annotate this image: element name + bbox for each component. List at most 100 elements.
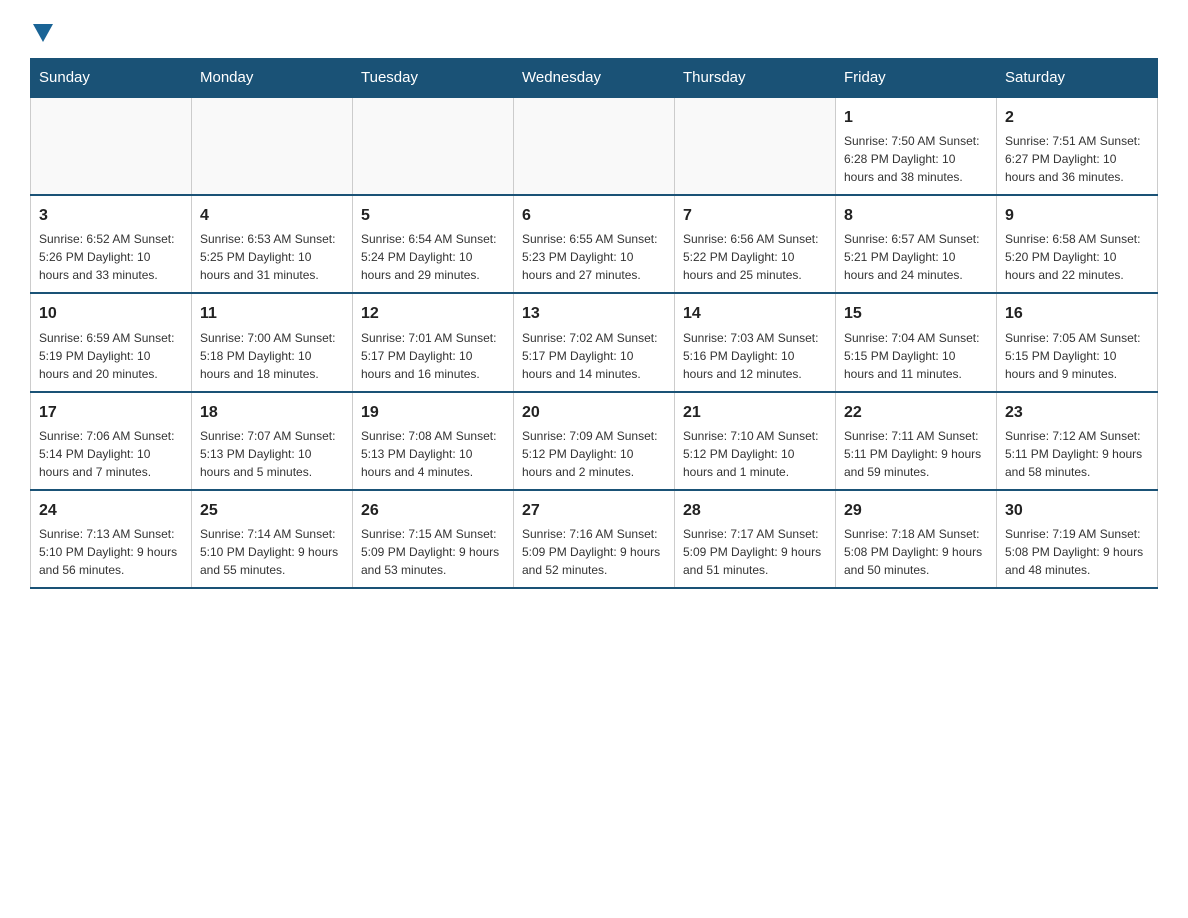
day-number: 21 <box>683 401 827 424</box>
day-info: Sunrise: 7:08 AM Sunset: 5:13 PM Dayligh… <box>361 427 505 481</box>
day-info: Sunrise: 7:16 AM Sunset: 5:09 PM Dayligh… <box>522 525 666 579</box>
day-number: 2 <box>1005 106 1149 129</box>
day-number: 8 <box>844 204 988 227</box>
header-row: SundayMondayTuesdayWednesdayThursdayFrid… <box>31 59 1158 98</box>
calendar-cell: 2 Sunrise: 7:51 AM Sunset: 6:27 PM Daylig… <box>997 97 1158 195</box>
calendar-cell <box>192 97 353 195</box>
logo-arrow-icon <box>33 24 53 42</box>
calendar-table: SundayMondayTuesdayWednesdayThursdayFrid… <box>30 58 1158 589</box>
day-number: 24 <box>39 499 183 522</box>
day-info: Sunrise: 6:57 AM Sunset: 5:21 PM Dayligh… <box>844 230 988 284</box>
day-number: 23 <box>1005 401 1149 424</box>
calendar-week-3: 10 Sunrise: 6:59 AM Sunset: 5:19 PM Dayli… <box>31 293 1158 391</box>
day-number: 5 <box>361 204 505 227</box>
day-info: Sunrise: 7:50 AM Sunset: 6:28 PM Dayligh… <box>844 132 988 186</box>
calendar-cell: 28 Sunrise: 7:17 AM Sunset: 5:09 PM Dayli… <box>675 490 836 588</box>
day-header-friday: Friday <box>836 59 997 98</box>
day-number: 19 <box>361 401 505 424</box>
day-number: 25 <box>200 499 344 522</box>
day-header-thursday: Thursday <box>675 59 836 98</box>
day-info: Sunrise: 7:17 AM Sunset: 5:09 PM Dayligh… <box>683 525 827 579</box>
calendar-cell: 29 Sunrise: 7:18 AM Sunset: 5:08 PM Dayli… <box>836 490 997 588</box>
calendar-cell <box>31 97 192 195</box>
day-info: Sunrise: 6:52 AM Sunset: 5:26 PM Dayligh… <box>39 230 183 284</box>
calendar-cell: 6Sunrise: 6:55 AM Sunset: 5:23 PM Daylig… <box>514 195 675 293</box>
calendar-cell: 22 Sunrise: 7:11 AM Sunset: 5:11 PM Dayli… <box>836 392 997 490</box>
day-info: Sunrise: 7:13 AM Sunset: 5:10 PM Dayligh… <box>39 525 183 579</box>
day-number: 15 <box>844 302 988 325</box>
calendar-cell: 20 Sunrise: 7:09 AM Sunset: 5:12 PM Dayli… <box>514 392 675 490</box>
day-info: Sunrise: 6:54 AM Sunset: 5:24 PM Dayligh… <box>361 230 505 284</box>
day-number: 30 <box>1005 499 1149 522</box>
calendar-cell: 19 Sunrise: 7:08 AM Sunset: 5:13 PM Dayli… <box>353 392 514 490</box>
day-info: Sunrise: 7:51 AM Sunset: 6:27 PM Dayligh… <box>1005 132 1149 186</box>
calendar-cell: 12 Sunrise: 7:01 AM Sunset: 5:17 PM Dayli… <box>353 293 514 391</box>
day-number: 10 <box>39 302 183 325</box>
day-info: Sunrise: 6:58 AM Sunset: 5:20 PM Dayligh… <box>1005 230 1149 284</box>
day-info: Sunrise: 7:00 AM Sunset: 5:18 PM Dayligh… <box>200 329 344 383</box>
calendar-cell: 27 Sunrise: 7:16 AM Sunset: 5:09 PM Dayli… <box>514 490 675 588</box>
day-header-saturday: Saturday <box>997 59 1158 98</box>
day-number: 7 <box>683 204 827 227</box>
day-info: Sunrise: 7:09 AM Sunset: 5:12 PM Dayligh… <box>522 427 666 481</box>
calendar-cell: 5 Sunrise: 6:54 AM Sunset: 5:24 PM Daylig… <box>353 195 514 293</box>
day-number: 22 <box>844 401 988 424</box>
day-number: 28 <box>683 499 827 522</box>
day-number: 13 <box>522 302 666 325</box>
calendar-cell: 4Sunrise: 6:53 AM Sunset: 5:25 PM Daylig… <box>192 195 353 293</box>
day-info: Sunrise: 7:12 AM Sunset: 5:11 PM Dayligh… <box>1005 427 1149 481</box>
day-number: 18 <box>200 401 344 424</box>
day-header-tuesday: Tuesday <box>353 59 514 98</box>
day-number: 20 <box>522 401 666 424</box>
day-header-monday: Monday <box>192 59 353 98</box>
day-number: 29 <box>844 499 988 522</box>
day-info: Sunrise: 6:59 AM Sunset: 5:19 PM Dayligh… <box>39 329 183 383</box>
calendar-cell: 23 Sunrise: 7:12 AM Sunset: 5:11 PM Dayli… <box>997 392 1158 490</box>
calendar-cell: 25Sunrise: 7:14 AM Sunset: 5:10 PM Dayli… <box>192 490 353 588</box>
day-info: Sunrise: 7:18 AM Sunset: 5:08 PM Dayligh… <box>844 525 988 579</box>
calendar-cell: 8 Sunrise: 6:57 AM Sunset: 5:21 PM Daylig… <box>836 195 997 293</box>
day-number: 27 <box>522 499 666 522</box>
day-number: 12 <box>361 302 505 325</box>
calendar-cell: 3 Sunrise: 6:52 AM Sunset: 5:26 PM Daylig… <box>31 195 192 293</box>
day-number: 9 <box>1005 204 1149 227</box>
day-info: Sunrise: 6:56 AM Sunset: 5:22 PM Dayligh… <box>683 230 827 284</box>
calendar-week-5: 24 Sunrise: 7:13 AM Sunset: 5:10 PM Dayli… <box>31 490 1158 588</box>
calendar-cell: 26 Sunrise: 7:15 AM Sunset: 5:09 PM Dayli… <box>353 490 514 588</box>
calendar-cell: 14 Sunrise: 7:03 AM Sunset: 5:16 PM Dayli… <box>675 293 836 391</box>
calendar-cell: 17 Sunrise: 7:06 AM Sunset: 5:14 PM Dayli… <box>31 392 192 490</box>
day-header-sunday: Sunday <box>31 59 192 98</box>
day-info: Sunrise: 7:04 AM Sunset: 5:15 PM Dayligh… <box>844 329 988 383</box>
calendar-week-2: 3 Sunrise: 6:52 AM Sunset: 5:26 PM Daylig… <box>31 195 1158 293</box>
day-info: Sunrise: 6:55 AM Sunset: 5:23 PM Dayligh… <box>522 230 666 284</box>
calendar-cell: 11Sunrise: 7:00 AM Sunset: 5:18 PM Dayli… <box>192 293 353 391</box>
calendar-week-4: 17 Sunrise: 7:06 AM Sunset: 5:14 PM Dayli… <box>31 392 1158 490</box>
calendar-cell: 1Sunrise: 7:50 AM Sunset: 6:28 PM Daylig… <box>836 97 997 195</box>
day-info: Sunrise: 7:10 AM Sunset: 5:12 PM Dayligh… <box>683 427 827 481</box>
calendar-cell: 10 Sunrise: 6:59 AM Sunset: 5:19 PM Dayli… <box>31 293 192 391</box>
day-number: 4 <box>200 204 344 227</box>
day-info: Sunrise: 7:03 AM Sunset: 5:16 PM Dayligh… <box>683 329 827 383</box>
day-info: Sunrise: 7:15 AM Sunset: 5:09 PM Dayligh… <box>361 525 505 579</box>
day-number: 26 <box>361 499 505 522</box>
day-info: Sunrise: 7:11 AM Sunset: 5:11 PM Dayligh… <box>844 427 988 481</box>
day-info: Sunrise: 7:06 AM Sunset: 5:14 PM Dayligh… <box>39 427 183 481</box>
day-info: Sunrise: 7:02 AM Sunset: 5:17 PM Dayligh… <box>522 329 666 383</box>
day-info: Sunrise: 7:07 AM Sunset: 5:13 PM Dayligh… <box>200 427 344 481</box>
day-number: 3 <box>39 204 183 227</box>
day-info: Sunrise: 7:01 AM Sunset: 5:17 PM Dayligh… <box>361 329 505 383</box>
calendar-cell: 13 Sunrise: 7:02 AM Sunset: 5:17 PM Dayli… <box>514 293 675 391</box>
calendar-week-1: 1Sunrise: 7:50 AM Sunset: 6:28 PM Daylig… <box>31 97 1158 195</box>
calendar-cell: 7 Sunrise: 6:56 AM Sunset: 5:22 PM Daylig… <box>675 195 836 293</box>
day-number: 14 <box>683 302 827 325</box>
calendar-cell: 18 Sunrise: 7:07 AM Sunset: 5:13 PM Dayli… <box>192 392 353 490</box>
calendar-cell: 21 Sunrise: 7:10 AM Sunset: 5:12 PM Dayli… <box>675 392 836 490</box>
page-header <box>30 20 1158 42</box>
day-info: Sunrise: 7:19 AM Sunset: 5:08 PM Dayligh… <box>1005 525 1149 579</box>
calendar-cell <box>514 97 675 195</box>
day-number: 16 <box>1005 302 1149 325</box>
calendar-cell: 15 Sunrise: 7:04 AM Sunset: 5:15 PM Dayli… <box>836 293 997 391</box>
day-number: 17 <box>39 401 183 424</box>
day-header-wednesday: Wednesday <box>514 59 675 98</box>
calendar-cell: 24 Sunrise: 7:13 AM Sunset: 5:10 PM Dayli… <box>31 490 192 588</box>
